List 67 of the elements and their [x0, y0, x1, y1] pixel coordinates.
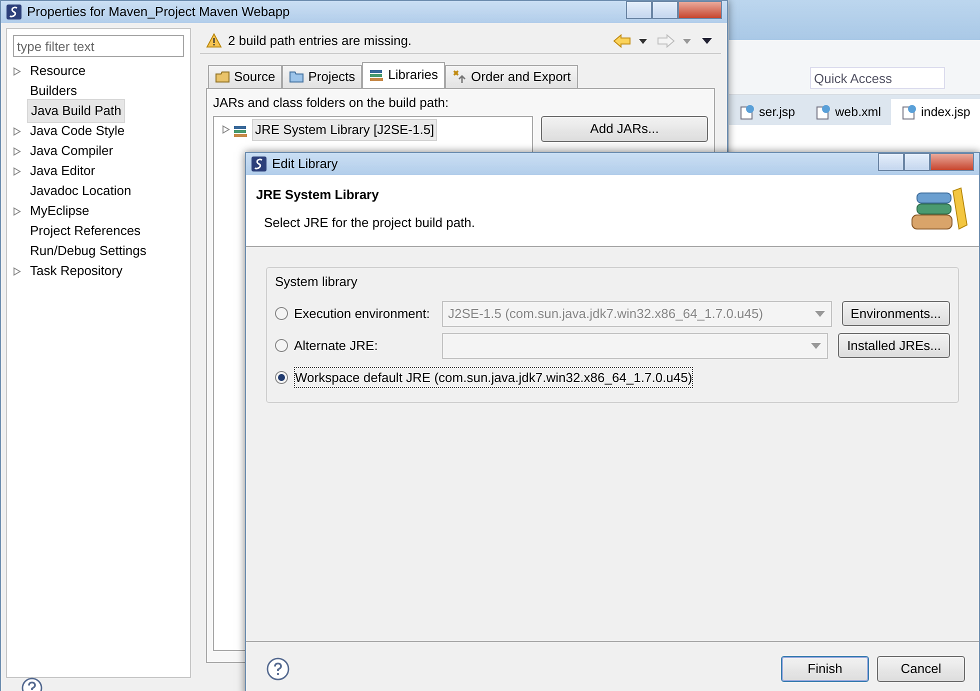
add-jars-button[interactable]: Add JARs...: [541, 116, 708, 142]
menu-icon[interactable]: [701, 36, 713, 44]
dialog-button[interactable]: Cancel: [877, 656, 965, 682]
expand-icon[interactable]: [13, 207, 21, 216]
tree-item[interactable]: Javadoc Location: [27, 180, 134, 202]
tab[interactable]: Projects: [282, 65, 362, 88]
app-logo-icon: [6, 4, 22, 20]
radio-button[interactable]: [275, 307, 288, 320]
expand-icon[interactable]: [13, 127, 21, 136]
editor-tab[interactable]: web.xml: [805, 99, 891, 125]
option-label: Alternate JRE:: [294, 336, 379, 355]
filter-field[interactable]: type filter text: [13, 35, 184, 57]
help-icon[interactable]: [266, 656, 290, 681]
tree-item[interactable]: Java Editor: [27, 160, 98, 182]
option-label: Workspace default JRE (com.sun.java.jdk7.win32.x86_64_1.7.0.u45): [294, 366, 694, 388]
tab[interactable]: Order and Export: [445, 65, 578, 88]
maximize-button[interactable]: [904, 153, 930, 171]
tab[interactable]: Source: [208, 65, 282, 88]
tree-item[interactable]: Java Build Path: [27, 99, 126, 123]
tab-icon: [215, 69, 230, 84]
group-title: System library: [275, 273, 358, 291]
file-icon: [815, 104, 832, 120]
expand-icon[interactable]: [222, 125, 230, 134]
tree-item[interactable]: Builders: [27, 80, 80, 102]
dialog-heading: JRE System Library: [256, 186, 380, 204]
dialog-title: Edit Library: [272, 155, 338, 174]
dropdown-icon[interactable]: [814, 310, 826, 318]
tab-icon: [452, 69, 468, 84]
app-logo-icon: [251, 156, 267, 172]
maximize-button[interactable]: [652, 1, 678, 19]
radio-button[interactable]: [275, 339, 288, 352]
expand-icon[interactable]: [13, 267, 21, 276]
tree-item[interactable]: Task Repository: [27, 260, 126, 282]
file-icon: [739, 104, 755, 120]
option-label: Execution environment:: [294, 304, 431, 323]
tree-item[interactable]: Java Code Style: [27, 120, 128, 142]
close-button[interactable]: [930, 153, 974, 171]
warning-icon: [206, 33, 222, 48]
quick-access-field[interactable]: Quick Access: [810, 67, 945, 89]
expand-icon[interactable]: [13, 67, 21, 76]
editor-tab[interactable]: ser.jsp: [729, 99, 806, 125]
forward-icon[interactable]: [657, 34, 693, 48]
editor-tab[interactable]: index.jsp: [890, 99, 980, 125]
tree-item[interactable]: Project References: [27, 220, 144, 242]
radio-button[interactable]: [275, 371, 288, 384]
tab[interactable]: Libraries: [362, 62, 446, 88]
minimize-button[interactable]: [626, 1, 652, 19]
dropdown-icon[interactable]: [810, 342, 822, 350]
expand-icon[interactable]: [13, 167, 21, 176]
file-icon: [900, 104, 917, 120]
dialog-description: Select JRE for the project build path.: [264, 214, 476, 232]
tree-item[interactable]: Java Compiler: [27, 140, 116, 162]
tree-item[interactable]: Run/Debug Settings: [27, 240, 150, 262]
back-icon[interactable]: [613, 34, 649, 48]
minimize-button[interactable]: [878, 153, 904, 171]
status-message: 2 build path entries are missing.: [228, 32, 412, 50]
dialog-button[interactable]: Finish: [781, 656, 869, 682]
tree-item[interactable]: MyEclipse: [27, 200, 92, 222]
tree-item[interactable]: Resource: [27, 60, 89, 82]
option-button[interactable]: Environments...: [842, 300, 950, 326]
library-item[interactable]: JRE System Library [J2SE-1.5]: [252, 119, 438, 140]
expand-icon[interactable]: [13, 147, 21, 156]
close-button[interactable]: [678, 1, 722, 19]
tab-icon: [289, 69, 304, 84]
window-title: Properties for Maven_Project Maven Webapp: [27, 3, 290, 22]
option-button[interactable]: Installed JREs...: [838, 332, 950, 358]
panel-label: JARs and class folders on the build path:: [213, 94, 450, 112]
